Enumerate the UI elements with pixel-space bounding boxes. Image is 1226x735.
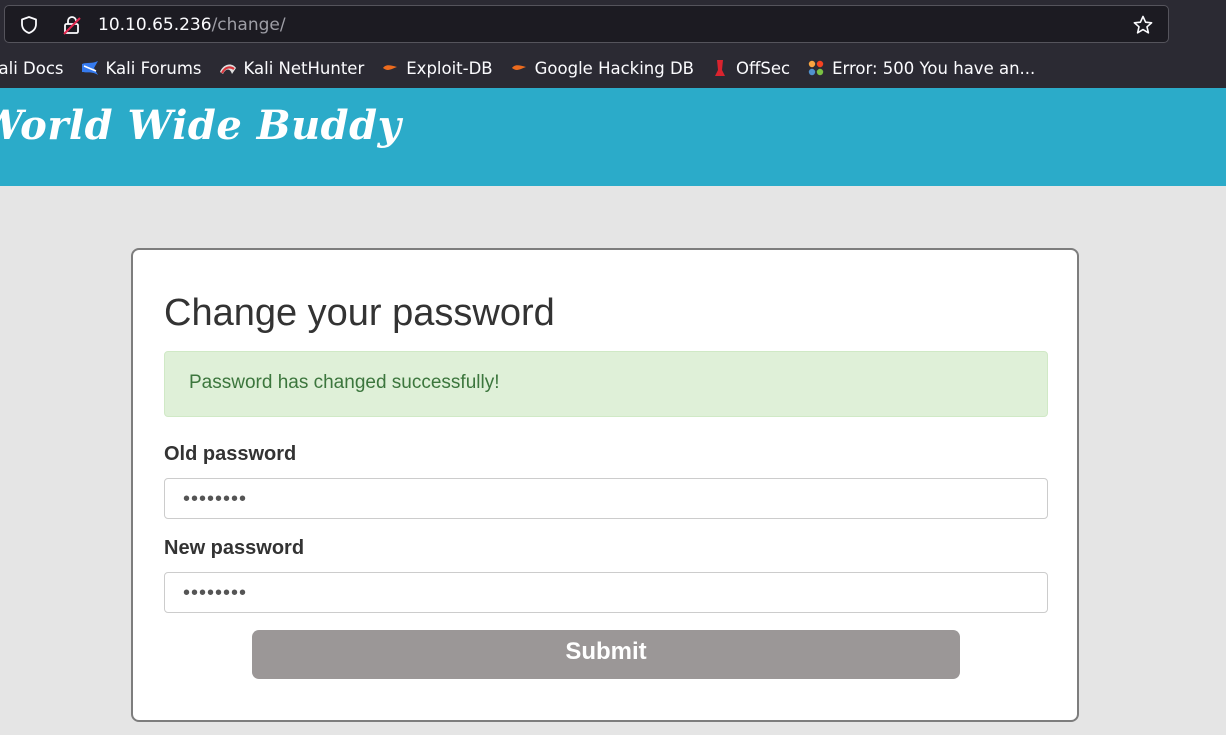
- new-password-value: ••••••••: [183, 582, 248, 604]
- old-password-input[interactable]: ••••••••: [164, 478, 1048, 519]
- new-password-input[interactable]: ••••••••: [164, 572, 1048, 613]
- bookmark-label: Google Hacking DB: [534, 58, 695, 78]
- url-host: 10.10.65.236: [98, 15, 212, 35]
- old-password-label: Old password: [164, 443, 297, 465]
- success-alert: Password has changed successfully!: [164, 351, 1048, 417]
- bookmark-label: OffSec: [736, 58, 791, 78]
- bookmark-label: Kali NetHunter: [243, 58, 365, 78]
- shield-icon[interactable]: [19, 15, 39, 35]
- exploit-db-icon: [383, 65, 398, 70]
- bookmark-label: Error: 500 You have an...: [832, 58, 1036, 78]
- change-password-card: Change your password Password has change…: [131, 248, 1079, 722]
- bookmark-label: Exploit-DB: [406, 58, 493, 78]
- page-title: Change your password: [164, 292, 555, 334]
- site-title[interactable]: World Wide Buddy: [0, 102, 401, 149]
- kali-forums-icon: [81, 61, 98, 75]
- kali-nethunter-icon: [219, 64, 236, 74]
- bookmark-error-500[interactable]: Error: 500 You have an...: [806, 52, 1035, 84]
- bookmark-label: Kali Docs: [0, 58, 64, 78]
- bookmark-label: Kali Forums: [105, 58, 202, 78]
- bookmark-kali-forums[interactable]: Kali Forums: [80, 52, 202, 84]
- insecure-lock-icon[interactable]: [61, 14, 83, 36]
- submit-button[interactable]: Submit: [252, 630, 960, 679]
- new-password-label: New password: [164, 537, 305, 559]
- offsec-icon: [715, 60, 726, 76]
- alert-text: Password has changed successfully!: [189, 372, 500, 393]
- bookmark-kali-nethunter[interactable]: Kali NetHunter: [218, 52, 365, 84]
- joomla-icon: [808, 60, 824, 76]
- old-password-value: ••••••••: [183, 488, 248, 510]
- google-hacking-db-icon: [511, 65, 526, 70]
- bookmark-offsec[interactable]: OffSec: [710, 52, 790, 84]
- bookmark-google-hacking-db[interactable]: Google Hacking DB: [509, 52, 694, 84]
- bookmarks-toolbar: Kali Docs Kali Forums Kali NetHunter Exp…: [0, 52, 1051, 84]
- url-path: /change/: [211, 15, 286, 35]
- url-text[interactable]: 10.10.65.236/change/: [98, 14, 286, 36]
- bookmark-star-icon[interactable]: [1132, 14, 1154, 36]
- site-header: World Wide Buddy: [0, 88, 1226, 186]
- bookmark-kali-docs[interactable]: Kali Docs: [0, 52, 64, 84]
- browser-chrome: 10.10.65.236/change/ Kali Docs Kali Foru…: [0, 0, 1226, 88]
- address-bar[interactable]: 10.10.65.236/change/: [4, 5, 1169, 43]
- bookmark-exploit-db[interactable]: Exploit-DB: [380, 52, 493, 84]
